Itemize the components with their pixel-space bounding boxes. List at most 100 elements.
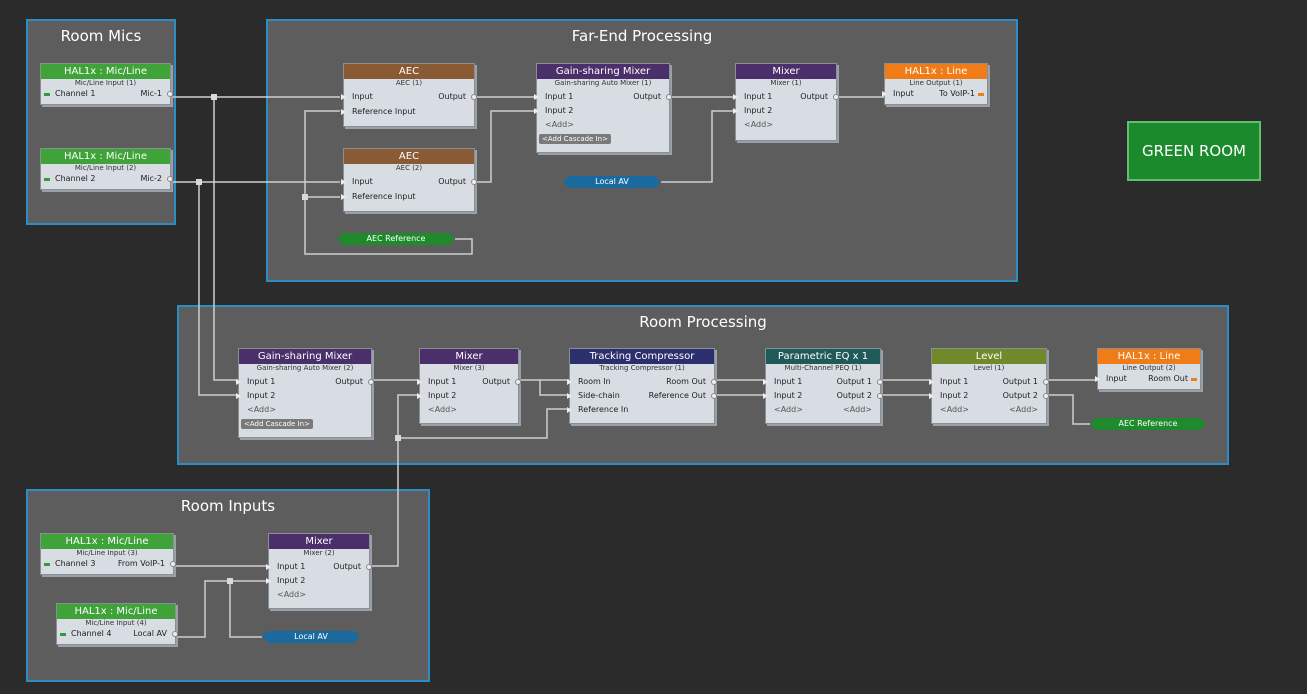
- input-port-icon[interactable]: [534, 108, 539, 114]
- output-port-icon[interactable]: [368, 379, 374, 385]
- gain-sharing-mixer-block-2[interactable]: Gain-sharing Mixer Gain-sharing Auto Mix…: [236, 348, 374, 438]
- input-port-label: Input 1: [774, 377, 803, 386]
- output-port-icon[interactable]: [711, 393, 717, 399]
- output-port-icon[interactable]: [711, 379, 717, 385]
- mixer-block-1[interactable]: Mixer Mixer (1) Input 1 Output Input 2 <…: [733, 63, 839, 141]
- input-port-label: Input: [1106, 374, 1127, 383]
- input-port-icon[interactable]: [417, 393, 422, 399]
- input-port-icon[interactable]: [929, 379, 934, 385]
- channel-label: Room Out: [1148, 374, 1188, 383]
- input-port-icon[interactable]: [341, 94, 346, 100]
- gain-sharing-mixer-block-1[interactable]: Gain-sharing Mixer Gain-sharing Auto Mix…: [534, 63, 672, 153]
- mic-input-block-3[interactable]: HAL1x : Mic/Line Mic/Line Input (3) Chan…: [40, 533, 176, 575]
- output-port-label: Output 1: [1002, 377, 1038, 386]
- input-port-label: Input 1: [940, 377, 969, 386]
- add-input-link[interactable]: <Add>: [940, 404, 969, 416]
- input-port-label: Input 2: [277, 576, 306, 585]
- input-port-icon[interactable]: [341, 194, 346, 200]
- mic-input-block-1[interactable]: HAL1x : Mic/Line Mic/Line Input (1) Chan…: [40, 63, 173, 105]
- output-port-icon[interactable]: [1043, 393, 1049, 399]
- output-port-icon[interactable]: [170, 561, 176, 567]
- aec-block-2[interactable]: AEC AEC (2) Input Output Reference Input: [341, 148, 477, 212]
- group-room-mics[interactable]: Room Mics: [26, 19, 176, 225]
- output-port-icon[interactable]: [172, 631, 178, 637]
- parametric-eq-block[interactable]: Parametric EQ x 1 Multi-Channel PEQ (1) …: [763, 348, 883, 424]
- output-port-icon[interactable]: [833, 94, 839, 100]
- input-port-icon[interactable]: [1095, 376, 1100, 382]
- block-subtitle: Multi-Channel PEQ (1): [784, 364, 862, 372]
- output-port-label: Mic-1: [140, 89, 163, 98]
- input-port-icon[interactable]: [763, 393, 768, 399]
- input-port-icon[interactable]: [733, 94, 738, 100]
- mic-input-block-4[interactable]: HAL1x : Mic/Line Mic/Line Input (4) Chan…: [56, 603, 178, 645]
- group-title: Far-End Processing: [571, 27, 713, 45]
- output-port-icon[interactable]: [167, 176, 173, 182]
- output-port-icon[interactable]: [1043, 379, 1049, 385]
- output-port-icon[interactable]: [666, 94, 672, 100]
- input-port-label: Input 1: [428, 377, 457, 386]
- line-output-block-2[interactable]: HAL1x : Line Line Output (2) Input Room …: [1095, 348, 1201, 390]
- output-port-icon[interactable]: [877, 379, 883, 385]
- add-input-link[interactable]: <Add>: [428, 404, 457, 416]
- input-port-icon[interactable]: [567, 379, 572, 385]
- add-output-link[interactable]: <Add>: [843, 404, 872, 416]
- block-title: AEC: [344, 149, 474, 164]
- output-port-label: Output 2: [836, 391, 872, 400]
- block-subtitle: Tracking Compressor (1): [599, 364, 685, 372]
- input-port-icon[interactable]: [534, 94, 539, 100]
- block-subtitle: Line Output (2): [1122, 364, 1176, 372]
- mixer-block-3[interactable]: Mixer Mixer (3) Input 1 Output Input 2 <…: [417, 348, 521, 424]
- mic-input-block-2[interactable]: HAL1x : Mic/Line Mic/Line Input (2) Chan…: [40, 148, 173, 190]
- output-port-icon[interactable]: [366, 564, 372, 570]
- input-port-icon[interactable]: [763, 379, 768, 385]
- input-port-icon[interactable]: [567, 393, 572, 399]
- aec-reference-tag-2[interactable]: AEC Reference: [1090, 418, 1206, 430]
- input-port-icon[interactable]: [929, 393, 934, 399]
- input-port-icon[interactable]: [341, 109, 346, 115]
- input-port-label: Input 2: [940, 391, 969, 400]
- block-subtitle: Mixer (2): [303, 549, 335, 557]
- signal-flow-canvas[interactable]: Room Mics Far-End Processing Room Proces…: [0, 0, 1307, 694]
- input-port-icon[interactable]: [417, 379, 422, 385]
- channel-label: Channel 3: [55, 559, 96, 568]
- input-port-icon[interactable]: [266, 564, 271, 570]
- level-block[interactable]: Level Level (1) Input 1 Output 1 Input 2…: [929, 348, 1049, 424]
- aec-block-1[interactable]: AEC AEC (1) Input Output Reference Input: [341, 63, 477, 127]
- mixer-block-2[interactable]: Mixer Mixer (2) Input 1 Output Input 2 <…: [266, 533, 372, 609]
- output-port-icon[interactable]: [515, 379, 521, 385]
- block-title: Gain-sharing Mixer: [537, 64, 669, 79]
- add-input-link[interactable]: <Add>: [247, 404, 276, 416]
- input-port-icon[interactable]: [882, 91, 887, 97]
- add-cascade-in-button[interactable]: <Add Cascade In>: [241, 419, 313, 429]
- line-output-block-1[interactable]: HAL1x : Line Line Output (1) Input To Vo…: [882, 63, 988, 105]
- add-output-link[interactable]: <Add>: [1009, 404, 1038, 416]
- input-port-icon[interactable]: [236, 379, 241, 385]
- tracking-compressor-block[interactable]: Tracking Compressor Tracking Compressor …: [567, 348, 717, 424]
- block-subtitle: Line Output (1): [909, 79, 963, 87]
- block-title: Gain-sharing Mixer: [239, 349, 371, 364]
- input-port-icon[interactable]: [266, 578, 271, 584]
- block-title: HAL1x : Line: [1098, 349, 1200, 364]
- add-input-link[interactable]: <Add>: [774, 404, 803, 416]
- green-room-button[interactable]: GREEN ROOM: [1127, 121, 1261, 181]
- input-port-icon[interactable]: [341, 179, 346, 185]
- output-port-icon[interactable]: [877, 393, 883, 399]
- add-input-link[interactable]: <Add>: [744, 119, 773, 131]
- output-port-label: From VoIP-1: [117, 559, 165, 568]
- input-port-icon[interactable]: [236, 393, 241, 399]
- add-cascade-in-button[interactable]: <Add Cascade In>: [539, 134, 611, 144]
- add-input-link[interactable]: <Add>: [545, 119, 574, 131]
- input-port-icon[interactable]: [567, 407, 572, 413]
- add-input-link[interactable]: <Add>: [277, 589, 306, 601]
- channel-label: Channel 2: [55, 174, 96, 183]
- output-port-icon[interactable]: [471, 94, 477, 100]
- input-port-icon[interactable]: [733, 108, 738, 114]
- input-port-label: Input 1: [744, 92, 773, 101]
- junction-node: [211, 94, 217, 100]
- input-port-label: Input 2: [247, 391, 276, 400]
- output-port-icon[interactable]: [471, 179, 477, 185]
- local-av-tag-1[interactable]: Local AV: [563, 176, 661, 188]
- output-port-icon[interactable]: [167, 91, 173, 97]
- local-av-tag-2[interactable]: Local AV: [262, 631, 360, 643]
- aec-reference-tag-1[interactable]: AEC Reference: [337, 233, 455, 245]
